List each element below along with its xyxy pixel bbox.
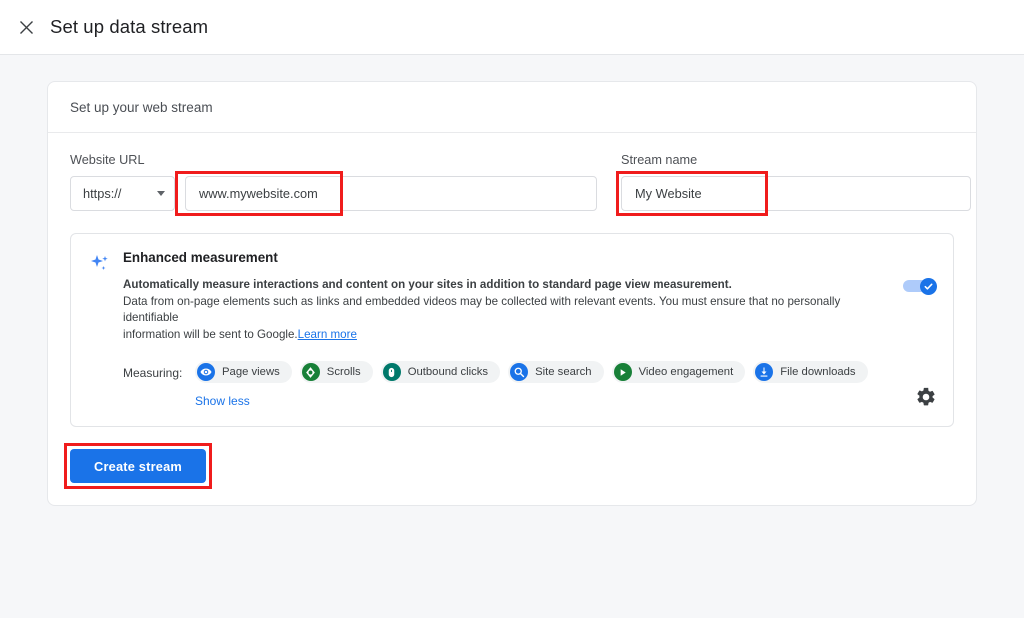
measuring-chip-label: Scrolls xyxy=(327,366,361,378)
create-stream-button[interactable]: Create stream xyxy=(70,449,206,483)
website-url-group: Website URL https:// www.mywebsite.com xyxy=(70,153,597,211)
chevron-down-icon xyxy=(157,191,165,196)
page-title: Set up data stream xyxy=(50,16,208,38)
measuring-chip-label: Outbound clicks xyxy=(408,366,488,378)
website-url-input[interactable]: www.mywebsite.com xyxy=(185,176,597,211)
stream-name-label: Stream name xyxy=(621,153,971,167)
close-icon[interactable] xyxy=(12,13,40,41)
stream-name-input[interactable]: My Website xyxy=(621,176,971,211)
measuring-label: Measuring: xyxy=(123,361,195,380)
enhanced-measurement-content: Enhanced measurement Automatically measu… xyxy=(123,250,935,410)
enhanced-measurement-panel: Enhanced measurement Automatically measu… xyxy=(70,233,954,427)
toggle-knob xyxy=(920,278,937,295)
em-desc-line1: Automatically measure interactions and c… xyxy=(123,278,732,291)
measuring-chip-label: Page views xyxy=(222,366,280,378)
stream-name-line: My Website xyxy=(621,176,971,211)
form-row: Website URL https:// www.mywebsite.com S… xyxy=(70,153,954,211)
setup-card: Set up your web stream Website URL https… xyxy=(47,81,977,506)
page-body: Set up your web stream Website URL https… xyxy=(0,55,1024,618)
measuring-chip[interactable]: Outbound clicks xyxy=(381,361,500,383)
card-body: Website URL https:// www.mywebsite.com S… xyxy=(48,133,976,505)
card-header-title: Set up your web stream xyxy=(70,100,213,115)
scroll-icon xyxy=(302,363,320,381)
search-icon xyxy=(510,363,528,381)
measuring-chip[interactable]: Page views xyxy=(195,361,292,383)
mouse-icon xyxy=(383,363,401,381)
chips-wrap: Page views Scrolls Outbound clicks Site sea… xyxy=(195,361,935,410)
measuring-chip[interactable]: Scrolls xyxy=(300,361,373,383)
enhanced-measurement-description: Automatically measure interactions and c… xyxy=(123,277,863,343)
create-stream-wrap: Create stream xyxy=(70,449,206,483)
measuring-chip[interactable]: Site search xyxy=(508,361,604,383)
measuring-chip-label: Site search xyxy=(535,366,592,378)
website-url-label: Website URL xyxy=(70,153,597,167)
stream-name-group: Stream name My Website xyxy=(621,153,971,211)
measuring-chip[interactable]: Video engagement xyxy=(612,361,746,383)
play-icon xyxy=(614,363,632,381)
enhanced-measurement-toggle[interactable] xyxy=(903,278,937,294)
measuring-chip-label: File downloads xyxy=(780,366,855,378)
learn-more-link[interactable]: Learn more xyxy=(298,328,357,341)
enhanced-measurement-title: Enhanced measurement xyxy=(123,250,935,265)
protocol-select-value: https:// xyxy=(83,186,121,201)
card-header: Set up your web stream xyxy=(48,82,976,133)
measuring-chips: Page views Scrolls Outbound clicks Site sea… xyxy=(195,361,935,383)
measuring-section: Measuring: Page views Scrolls Outbound cli… xyxy=(123,361,935,410)
protocol-select[interactable]: https:// xyxy=(70,176,175,211)
em-desc-line3: information will be sent to Google. xyxy=(123,328,298,341)
sparkle-icon xyxy=(89,250,123,410)
measuring-chip[interactable]: File downloads xyxy=(753,361,867,383)
website-url-line: https:// www.mywebsite.com xyxy=(70,176,597,211)
topbar: Set up data stream xyxy=(0,0,1024,55)
gear-icon[interactable] xyxy=(915,386,939,410)
download-icon xyxy=(755,363,773,381)
show-less-link[interactable]: Show less xyxy=(195,394,250,408)
eye-icon xyxy=(197,363,215,381)
em-desc-line2: Data from on-page elements such as links… xyxy=(123,295,840,325)
measuring-chip-label: Video engagement xyxy=(639,366,734,378)
